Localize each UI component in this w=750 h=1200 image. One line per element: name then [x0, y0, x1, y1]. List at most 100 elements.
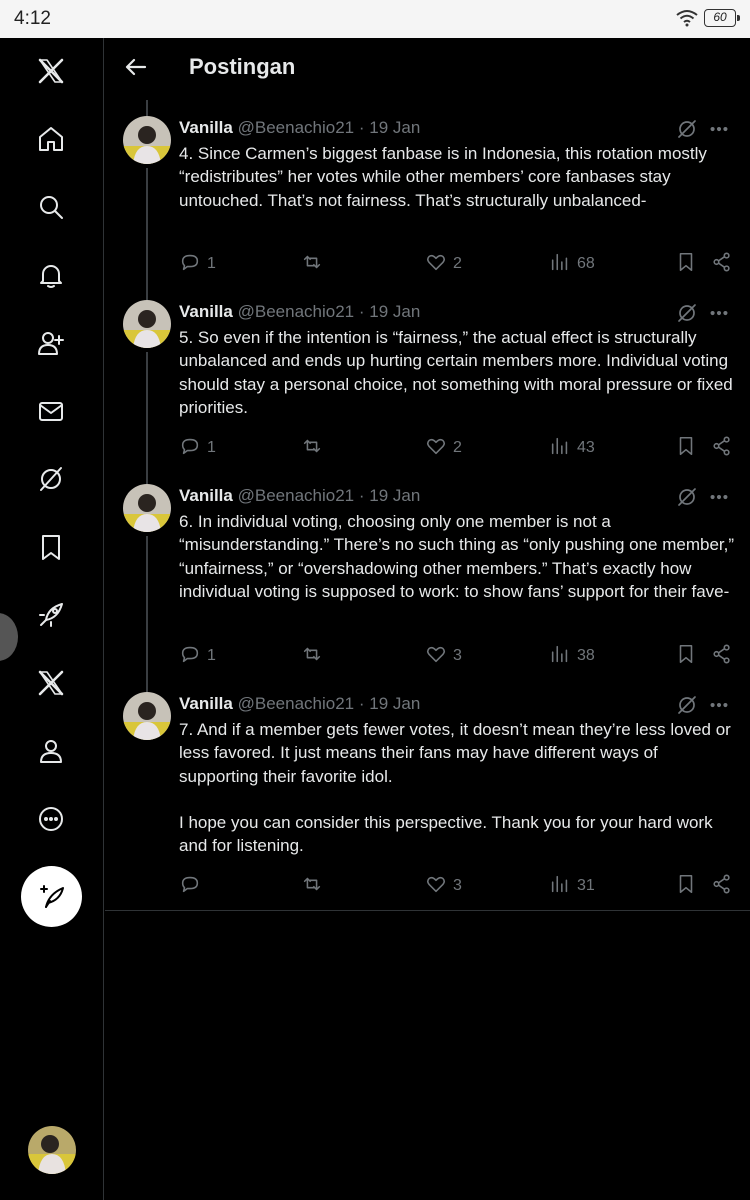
grok-explain-icon[interactable]	[676, 694, 698, 716]
author-handle[interactable]: @Beenachio21	[238, 694, 355, 713]
search-icon[interactable]	[28, 184, 74, 230]
more-options-icon[interactable]	[708, 694, 732, 716]
author-avatar[interactable]	[123, 484, 171, 532]
share-icon	[711, 435, 733, 462]
like-button[interactable]: 3	[425, 874, 462, 898]
compose-post-button[interactable]	[21, 866, 82, 927]
reply-button[interactable]	[179, 874, 207, 898]
post-text: 4. Since Carmen’s biggest fanbase is in …	[179, 144, 712, 210]
grok-icon[interactable]	[28, 456, 74, 502]
views-icon	[549, 435, 571, 462]
follow-icon[interactable]	[28, 320, 74, 366]
author-handle[interactable]: @Beenachio21	[238, 486, 355, 505]
author-handle[interactable]: @Beenachio21	[238, 302, 355, 321]
premium-x-icon[interactable]	[28, 660, 74, 706]
author-name[interactable]: Vanilla	[179, 118, 233, 137]
post-date[interactable]: 19 Jan	[369, 694, 420, 713]
like-button[interactable]: 2	[425, 252, 462, 276]
like-icon	[425, 643, 447, 670]
battery-indicator: 60	[704, 9, 740, 27]
views-button[interactable]: 38	[549, 644, 595, 668]
thread-post[interactable]: Vanilla @Beenachio21 · 19 Jan 7. And if a…	[105, 692, 750, 914]
meta-separator: ·	[358, 302, 365, 321]
share-button[interactable]	[711, 252, 733, 276]
views-icon	[549, 251, 571, 278]
bookmarks-icon[interactable]	[28, 524, 74, 570]
views-count: 43	[577, 439, 595, 456]
bookmark-icon	[675, 873, 697, 900]
like-count: 2	[453, 255, 462, 272]
bookmark-button[interactable]	[675, 874, 697, 898]
repost-button[interactable]	[301, 644, 329, 668]
like-button[interactable]: 2	[425, 436, 462, 460]
bookmark-button[interactable]	[675, 252, 697, 276]
author-avatar[interactable]	[123, 692, 171, 740]
views-button[interactable]: 31	[549, 874, 595, 898]
back-arrow-icon	[125, 58, 147, 76]
like-icon	[425, 435, 447, 462]
author-name[interactable]: Vanilla	[179, 486, 233, 505]
reply-icon	[179, 873, 201, 900]
reply-count: 1	[207, 255, 216, 272]
repost-button[interactable]	[301, 436, 329, 460]
repost-button[interactable]	[301, 252, 329, 276]
like-count: 2	[453, 439, 462, 456]
wifi-icon	[676, 10, 698, 27]
bookmark-button[interactable]	[675, 436, 697, 460]
reply-button[interactable]: 1	[179, 252, 216, 276]
grok-explain-icon[interactable]	[676, 118, 698, 140]
notifications-icon[interactable]	[28, 252, 74, 298]
views-button[interactable]: 43	[549, 436, 595, 460]
views-count: 31	[577, 877, 595, 894]
post-meta: Vanilla @Beenachio21 · 19 Jan	[179, 302, 420, 322]
share-button[interactable]	[711, 644, 733, 668]
repost-button[interactable]	[301, 874, 329, 898]
grok-explain-icon[interactable]	[676, 486, 698, 508]
more-options-icon[interactable]	[708, 302, 732, 324]
thread-post[interactable]: Vanilla @Beenachio21 · 19 Jan 5. So even …	[105, 300, 750, 476]
post-date[interactable]: 19 Jan	[369, 118, 420, 137]
meta-separator: ·	[358, 694, 365, 713]
share-button[interactable]	[711, 436, 733, 460]
like-button[interactable]: 3	[425, 644, 462, 668]
like-count: 3	[453, 647, 462, 664]
account-avatar[interactable]	[28, 1126, 76, 1174]
more-icon[interactable]	[28, 796, 74, 842]
reply-count: 1	[207, 439, 216, 456]
repost-icon	[301, 873, 323, 900]
share-icon	[711, 251, 733, 278]
share-button[interactable]	[711, 874, 733, 898]
views-button[interactable]: 68	[549, 252, 595, 276]
x-logo-icon[interactable]	[28, 48, 74, 94]
meta-separator: ·	[358, 118, 365, 137]
page-header: Postingan	[105, 38, 750, 100]
more-options-icon[interactable]	[708, 118, 732, 140]
author-name[interactable]: Vanilla	[179, 302, 233, 321]
rocket-icon[interactable]	[28, 592, 74, 638]
author-avatar[interactable]	[123, 116, 171, 164]
repost-icon	[301, 435, 323, 462]
post-date[interactable]: 19 Jan	[369, 302, 420, 321]
edge-handle[interactable]	[0, 613, 18, 661]
share-icon	[711, 873, 733, 900]
more-options-icon[interactable]	[708, 486, 732, 508]
repost-icon	[301, 251, 323, 278]
author-avatar[interactable]	[123, 300, 171, 348]
reply-button[interactable]: 1	[179, 436, 216, 460]
bookmark-icon	[675, 435, 697, 462]
bookmark-button[interactable]	[675, 644, 697, 668]
home-icon[interactable]	[28, 116, 74, 162]
back-button[interactable]	[121, 52, 151, 82]
reply-button[interactable]: 1	[179, 644, 216, 668]
post-date[interactable]: 19 Jan	[369, 486, 420, 505]
author-handle[interactable]: @Beenachio21	[238, 118, 355, 137]
author-name[interactable]: Vanilla	[179, 694, 233, 713]
messages-icon[interactable]	[28, 388, 74, 434]
profile-icon[interactable]	[28, 728, 74, 774]
thread-post[interactable]: Vanilla @Beenachio21 · 19 Jan 4. Since Ca…	[105, 116, 750, 292]
post-actions: 3 31	[179, 874, 739, 898]
grok-explain-icon[interactable]	[676, 302, 698, 324]
like-icon	[425, 251, 447, 278]
reply-icon	[179, 643, 201, 670]
thread-post[interactable]: Vanilla @Beenachio21 · 19 Jan 6. In indiv…	[105, 484, 750, 684]
